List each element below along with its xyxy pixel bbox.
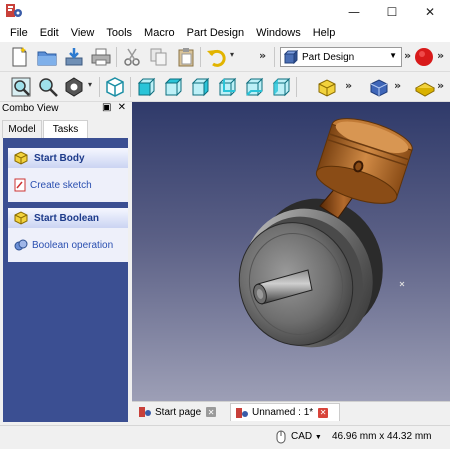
toolbar-overflow-icon[interactable]: » xyxy=(345,79,352,92)
menu-help[interactable]: Help xyxy=(307,24,342,42)
menu-file[interactable]: File xyxy=(4,24,34,42)
start-boolean-heading: Start Boolean xyxy=(34,212,100,224)
task-panel: Start Body Create sketch Start Boolean B… xyxy=(3,138,128,422)
tab-start-page[interactable]: Start page ✕ xyxy=(138,403,228,421)
view-rear-icon[interactable] xyxy=(216,76,238,98)
toolbar-overflow-icon[interactable]: » xyxy=(394,79,401,92)
tab-start-page-label: Start page xyxy=(155,406,202,418)
boolean-icon xyxy=(14,239,28,251)
boolean-operation-link[interactable]: Boolean operation xyxy=(32,240,113,251)
create-sketch-action[interactable]: Create sketch xyxy=(8,168,128,202)
minimize-button[interactable]: — xyxy=(338,0,370,24)
task-box-start-boolean: Start Boolean Boolean operation xyxy=(8,208,128,262)
save-icon[interactable] xyxy=(63,46,85,68)
workbench-selector[interactable]: Part Design ▼ xyxy=(280,47,402,67)
tab-model[interactable]: Model xyxy=(2,120,42,138)
tab-tasks[interactable]: Tasks xyxy=(43,120,88,138)
close-tab-icon[interactable]: ✕ xyxy=(318,407,329,418)
close-tab-icon[interactable]: ✕ xyxy=(206,407,217,417)
part-box-icon xyxy=(14,211,28,225)
task-box-start-body: Start Body Create sketch xyxy=(8,148,128,202)
chevron-down-icon: ▼ xyxy=(389,51,397,60)
panel-controls: ▣ ✕ xyxy=(102,102,126,113)
copy-icon[interactable] xyxy=(148,46,170,68)
menu-edit[interactable]: Edit xyxy=(34,24,65,42)
undo-icon[interactable] xyxy=(205,46,227,68)
create-sketch-link[interactable]: Create sketch xyxy=(30,180,92,191)
dimensions-readout: 46.96 mm x 44.32 mm xyxy=(332,431,432,442)
view-isometric-icon[interactable] xyxy=(104,76,126,98)
combo-tabs: Model Tasks xyxy=(0,120,130,138)
measure-icon[interactable] xyxy=(414,76,436,98)
menu-part-design[interactable]: Part Design xyxy=(181,24,250,42)
view-top-icon[interactable] xyxy=(162,76,184,98)
tab-unnamed[interactable]: Unnamed : 1* ✕ xyxy=(230,403,340,421)
task-box-header: Start Boolean xyxy=(8,208,128,228)
view-bottom-icon[interactable] xyxy=(243,76,265,98)
undo-dropdown-icon[interactable]: ▾ xyxy=(230,50,234,59)
toolbar-view: ▾ » » » xyxy=(0,72,450,102)
menu-macro[interactable]: Macro xyxy=(138,24,181,42)
paste-icon[interactable] xyxy=(175,46,197,68)
fit-selection-icon[interactable] xyxy=(37,76,59,98)
combo-view-panel: Combo View ▣ ✕ Model Tasks Start Body Cr… xyxy=(0,102,130,425)
toolbar-overflow-icon[interactable]: » xyxy=(437,79,444,92)
toolbar-overflow-icon[interactable]: » xyxy=(437,49,444,62)
freecad-logo-icon xyxy=(236,407,248,418)
float-panel-icon[interactable]: ▣ xyxy=(102,102,111,113)
chevron-down-icon: ▼ xyxy=(314,434,322,441)
navigation-style-selector[interactable]: CAD ▼ xyxy=(291,431,322,442)
start-body-heading: Start Body xyxy=(34,152,85,164)
close-button[interactable]: ✕ xyxy=(414,0,446,24)
menu-windows[interactable]: Windows xyxy=(250,24,307,42)
3d-viewport[interactable] xyxy=(132,102,450,401)
chevron-down-icon[interactable]: ▾ xyxy=(88,80,92,89)
record-macro-icon[interactable] xyxy=(414,47,434,67)
part-box-icon xyxy=(14,151,28,165)
toolbar-overflow-icon[interactable]: » xyxy=(404,49,411,62)
freecad-logo-icon xyxy=(139,407,151,417)
toolbar-overflow-icon[interactable]: » xyxy=(259,49,266,62)
freecad-logo-icon xyxy=(6,4,22,17)
navigation-style-label: CAD xyxy=(291,431,313,442)
title-bar: — ☐ ✕ xyxy=(0,0,450,24)
sketch-icon xyxy=(14,178,26,192)
tab-unnamed-label: Unnamed : 1* xyxy=(252,407,314,418)
body-icon[interactable] xyxy=(368,76,390,98)
draw-style-icon[interactable] xyxy=(63,76,85,98)
cut-icon[interactable] xyxy=(121,46,143,68)
menu-tools[interactable]: Tools xyxy=(100,24,138,42)
part-box-icon[interactable] xyxy=(316,76,338,98)
print-icon[interactable] xyxy=(90,46,112,68)
mouse-icon xyxy=(276,430,286,444)
part-design-icon xyxy=(284,50,298,64)
boolean-operation-action[interactable]: Boolean operation xyxy=(8,228,128,262)
new-document-icon[interactable] xyxy=(8,46,30,68)
toolbar-file: ▾ » Part Design ▼ » » xyxy=(0,42,450,72)
menu-bar: File Edit View Tools Macro Part Design W… xyxy=(0,24,450,42)
menu-view[interactable]: View xyxy=(65,24,101,42)
open-folder-icon[interactable] xyxy=(36,46,58,68)
close-panel-icon[interactable]: ✕ xyxy=(118,102,126,113)
status-bar: CAD ▼ 46.96 mm x 44.32 mm xyxy=(0,425,450,449)
task-box-header: Start Body xyxy=(8,148,128,168)
view-left-icon[interactable] xyxy=(270,76,292,98)
fit-all-icon[interactable] xyxy=(10,76,32,98)
maximize-button[interactable]: ☐ xyxy=(376,0,408,24)
document-tabs: Start page ✕ Unnamed : 1* ✕ xyxy=(132,401,450,421)
view-front-icon[interactable] xyxy=(135,76,157,98)
piston-crank-model[interactable] xyxy=(132,102,450,401)
workbench-label: Part Design xyxy=(302,51,355,63)
view-right-icon[interactable] xyxy=(189,76,211,98)
combo-view-title: Combo View xyxy=(2,103,59,114)
